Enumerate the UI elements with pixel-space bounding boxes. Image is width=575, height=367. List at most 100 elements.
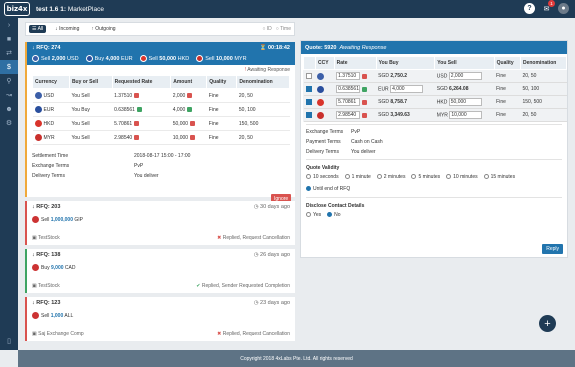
currency-flag-icon — [196, 55, 204, 62]
validity-option[interactable]: 10 seconds — [306, 174, 339, 180]
add-rfq-button[interactable]: + — [539, 315, 556, 332]
currency-flag-icon — [34, 106, 42, 113]
quote-validity-section: Quote Validity 10 seconds 1 minute 2 minut… — [306, 165, 516, 192]
filter-outgoing-tab[interactable]: ↑ Outgoing — [88, 25, 118, 33]
validity-option[interactable]: 5 minutes — [411, 174, 440, 180]
footer: Copyright 2018 4xLabs Pte. Ltd. All righ… — [18, 350, 575, 367]
marketplace-icon[interactable]: $ — [0, 60, 18, 74]
rate-input[interactable]: 1.37510 — [336, 72, 361, 80]
help-icon[interactable]: ? — [524, 3, 535, 14]
row-checkbox[interactable] — [305, 111, 312, 118]
disclose-option[interactable]: No — [327, 212, 341, 218]
filter-bar: ☰ All ↓ Incoming ↑ Outgoing ○ ID ○ Time — [25, 22, 295, 36]
currency-flag-icon — [317, 98, 325, 106]
avatar[interactable]: ● — [558, 3, 569, 14]
lock-icon[interactable] — [362, 112, 368, 118]
table-row: 1.37510 SGD 2,750.2 USD 2,000 Fine 20, 50 — [303, 69, 567, 83]
expand-menu-icon[interactable]: › — [0, 18, 18, 32]
rfq-history-list: ↓ RFQ: 203 ◷ 30 days ago Sell 1,000,000 GI… — [25, 201, 295, 341]
disclose-contact-section: Disclose Contact Details Yes No — [306, 203, 365, 218]
radio-icon[interactable] — [376, 174, 382, 180]
sort-by-time[interactable]: ○ Time — [276, 26, 291, 32]
row-checkbox[interactable] — [305, 85, 312, 92]
radio-icon[interactable] — [306, 212, 311, 218]
lock-icon[interactable] — [362, 99, 368, 105]
rate-input[interactable]: 2.98540 — [336, 111, 361, 119]
trash-icon[interactable]: ▯ — [0, 334, 18, 348]
active-rfq-card[interactable]: ↓ RFQ: 274 ⏳ 00:18:42 Sell 2,000 USD Buy … — [25, 42, 295, 197]
chart-icon[interactable]: ↝ — [0, 88, 18, 102]
rfq-timer: ⏳ 00:18:42 — [259, 45, 290, 51]
currency-flag-icon — [32, 216, 39, 223]
validity-option[interactable]: Until end of RFQ — [306, 186, 350, 192]
notification-badge: 1 — [548, 0, 555, 7]
bell-icon[interactable]: ✉ 1 — [541, 0, 555, 14]
radio-icon[interactable] — [306, 186, 311, 192]
filter-all-tab[interactable]: ☰ All — [29, 25, 47, 33]
rfq-leg: Buy 4,000 EUR — [85, 55, 133, 62]
sidebar: › ■ ⇄ $ ⚲ ↝ ☻ ⚙ ▯ — [0, 18, 18, 350]
currency-flag-icon — [317, 111, 325, 119]
app-logo[interactable]: biz4x — [4, 2, 30, 16]
rfq-column-header: Buy or Sell — [68, 75, 113, 89]
validity-option[interactable]: 1 minute — [344, 174, 371, 180]
validity-option[interactable]: 10 minutes — [446, 174, 478, 180]
rfq-column-header: Amount — [170, 75, 208, 89]
quote-column-header: You Sell — [434, 56, 495, 70]
table-row: HKD You Sell 5.70861 50,000 Fine 150, 500 — [32, 116, 290, 131]
settings-gear-icon[interactable]: ⚙ — [0, 116, 18, 130]
radio-icon[interactable] — [327, 212, 333, 218]
disclose-option[interactable]: Yes — [306, 212, 321, 218]
table-row: 5.70861 SGD 8,758.7 HKD 50,000 Fine 150, 500 — [303, 95, 567, 109]
validity-option[interactable]: 15 minutes — [483, 174, 515, 180]
rate-input[interactable]: 0.638561 — [336, 85, 361, 93]
rfq-card-age: ◷ 30 days ago — [253, 204, 290, 210]
validity-option[interactable]: 2 minutes — [376, 174, 405, 180]
you-sell-input[interactable]: 2,000 — [448, 72, 482, 80]
reply-button[interactable]: Reply — [542, 244, 563, 254]
you-sell-input[interactable]: 10,000 — [449, 111, 483, 119]
sort-by-id[interactable]: ○ ID — [262, 26, 271, 32]
table-row: MYR You Sell 2.98540 10,000 Fine 20, 50 — [32, 130, 290, 145]
rate-input[interactable]: 5.70861 — [336, 98, 361, 106]
radio-icon[interactable] — [344, 174, 350, 180]
page-title: test 1.6 1: MarketPlace — [36, 6, 104, 13]
rfq-card[interactable]: ↓ RFQ: 203 ◷ 30 days ago Sell 1,000,000 GI… — [25, 201, 295, 245]
users-icon[interactable]: ☻ — [0, 102, 18, 116]
dashboard-icon[interactable]: ■ — [0, 32, 18, 46]
radio-icon[interactable] — [446, 174, 452, 180]
radio-icon[interactable] — [306, 174, 311, 180]
transfer-icon[interactable]: ⇄ — [0, 46, 18, 60]
quote-exchange-terms: Exchange Terms PvP — [306, 129, 361, 135]
row-checkbox[interactable] — [305, 98, 312, 105]
account-title: test 1.6 1: — [36, 5, 66, 13]
you-buy-amount: 3,349.63 — [390, 112, 410, 118]
lock-icon[interactable] — [362, 73, 368, 79]
you-buy-input[interactable]: 4,000 — [390, 85, 424, 93]
rfq-card-status: ✔ Replied, Sender Requested Completion — [196, 283, 290, 289]
you-sell-input[interactable]: 50,000 — [448, 98, 482, 106]
radio-icon[interactable] — [411, 174, 417, 180]
table-row: 2.98540 SGD 3,349.63 MYR 10,000 Fine 20, 50 — [303, 108, 567, 122]
lock-icon[interactable] — [362, 86, 368, 92]
rfq-card-title: ↓ RFQ: 138 — [32, 252, 61, 258]
quote-delivery-terms: Delivery Terms You deliver — [306, 149, 376, 155]
rfq-card-age: ◷ 23 days ago — [253, 300, 290, 306]
filter-incoming-tab[interactable]: ↓ Incoming — [52, 25, 82, 33]
lock-icon — [190, 134, 196, 140]
rfq-column-header: Quality — [206, 75, 238, 89]
search-icon[interactable]: ⚲ — [0, 74, 18, 88]
rfq-card[interactable]: ↓ RFQ: 123 ◷ 23 days ago Sell 1,000 ALL ▣ S… — [25, 297, 295, 341]
quote-table: CCY Rate You Buy You Sell Quality Denominatio… — [303, 56, 568, 122]
rfq-card[interactable]: ↓ RFQ: 138 ◷ 26 days ago Buy 9,000 CAD ▣ Te… — [25, 249, 295, 293]
lock-icon — [134, 92, 140, 98]
currency-flag-icon — [317, 72, 325, 80]
rfq-leg: Sell 10,000 MYR — [196, 55, 247, 62]
rfq-card-status: ✖ Replied, Request Cancellation — [217, 235, 290, 241]
radio-icon[interactable] — [483, 174, 489, 180]
rfq-card-company: ▣ Saj Exchange Comp — [32, 331, 84, 337]
rfq-column-header: Requested Rate — [111, 75, 172, 89]
delivery-terms-row: Delivery Terms You deliver — [32, 173, 159, 179]
row-checkbox[interactable] — [305, 72, 312, 79]
lock-icon — [136, 106, 142, 112]
